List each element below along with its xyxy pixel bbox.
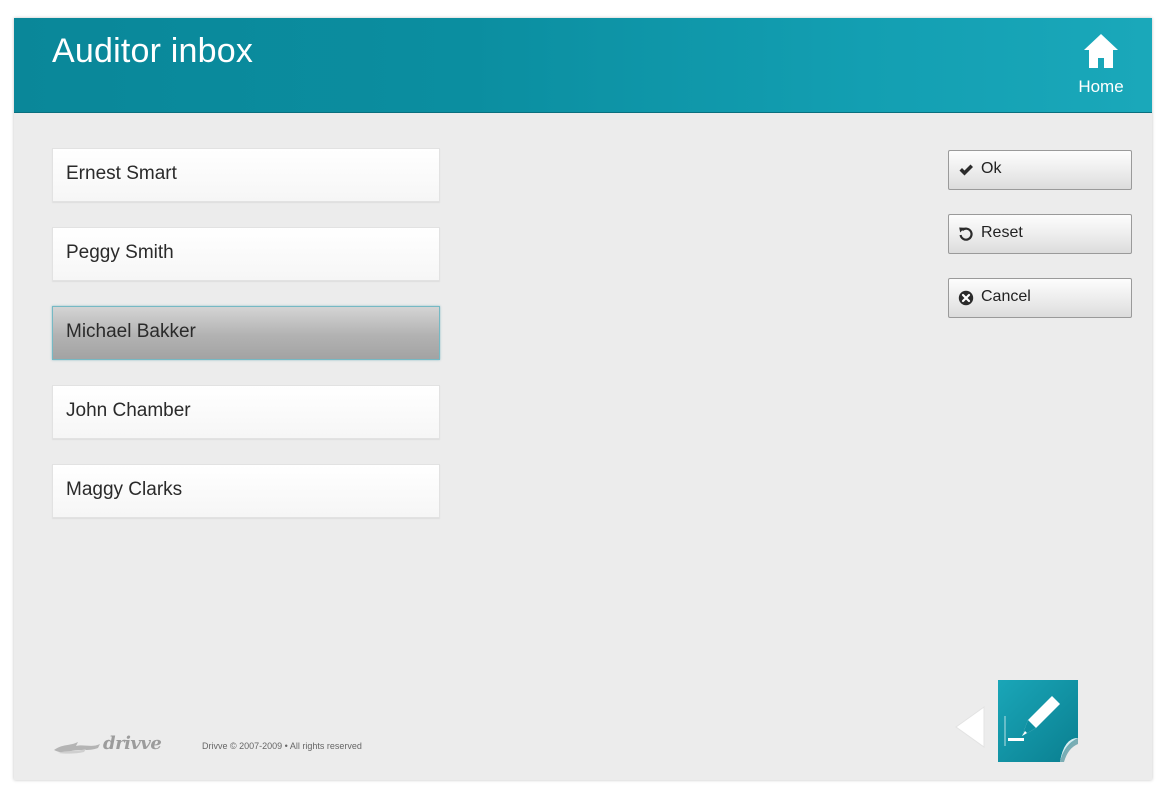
- home-icon: [1084, 34, 1118, 68]
- list-item-label: Peggy Smith: [66, 242, 174, 263]
- list-item-ernest-smart[interactable]: Ernest Smart: [52, 148, 440, 202]
- triangle-left-icon: [955, 706, 985, 748]
- cancel-icon: [958, 290, 974, 306]
- user-list: Ernest Smart Peggy Smith Michael Bakker …: [52, 148, 442, 543]
- list-item-label: John Chamber: [66, 400, 191, 421]
- list-item-label: Ernest Smart: [66, 163, 177, 184]
- logo-swoosh-icon: [54, 742, 100, 754]
- home-button[interactable]: Home: [1070, 30, 1132, 100]
- cancel-button[interactable]: Cancel: [948, 278, 1132, 318]
- window-frame: Auditor inbox Home Ernest Smart Peggy Sm…: [0, 0, 1166, 796]
- back-arrow-button[interactable]: [952, 703, 986, 751]
- page-title: Auditor inbox: [52, 32, 254, 70]
- edit-document-icon[interactable]: [994, 678, 1080, 764]
- logo-text: drivve: [103, 733, 162, 754]
- reset-label: Reset: [981, 224, 1023, 241]
- reset-button[interactable]: Reset: [948, 214, 1132, 254]
- copyright-text: Drivve © 2007-2009 • All rights reserved: [202, 741, 362, 751]
- reset-icon: [959, 227, 973, 241]
- ok-button[interactable]: Ok: [948, 150, 1132, 190]
- list-item-maggy-clarks[interactable]: Maggy Clarks: [52, 464, 440, 518]
- list-item-label: Michael Bakker: [66, 321, 196, 342]
- list-item-john-chamber[interactable]: John Chamber: [52, 385, 440, 439]
- list-item-peggy-smith[interactable]: Peggy Smith: [52, 227, 440, 281]
- ok-label: Ok: [981, 160, 1002, 177]
- app-window: Auditor inbox Home Ernest Smart Peggy Sm…: [14, 18, 1152, 780]
- list-item-label: Maggy Clarks: [66, 479, 183, 500]
- action-buttons: Ok Reset Cancel: [948, 150, 1132, 342]
- checkmark-icon: [959, 164, 973, 176]
- header-bar: Auditor inbox Home: [14, 18, 1152, 113]
- cancel-label: Cancel: [981, 288, 1031, 305]
- home-label: Home: [1078, 77, 1124, 96]
- list-item-michael-bakker[interactable]: Michael Bakker: [52, 306, 440, 360]
